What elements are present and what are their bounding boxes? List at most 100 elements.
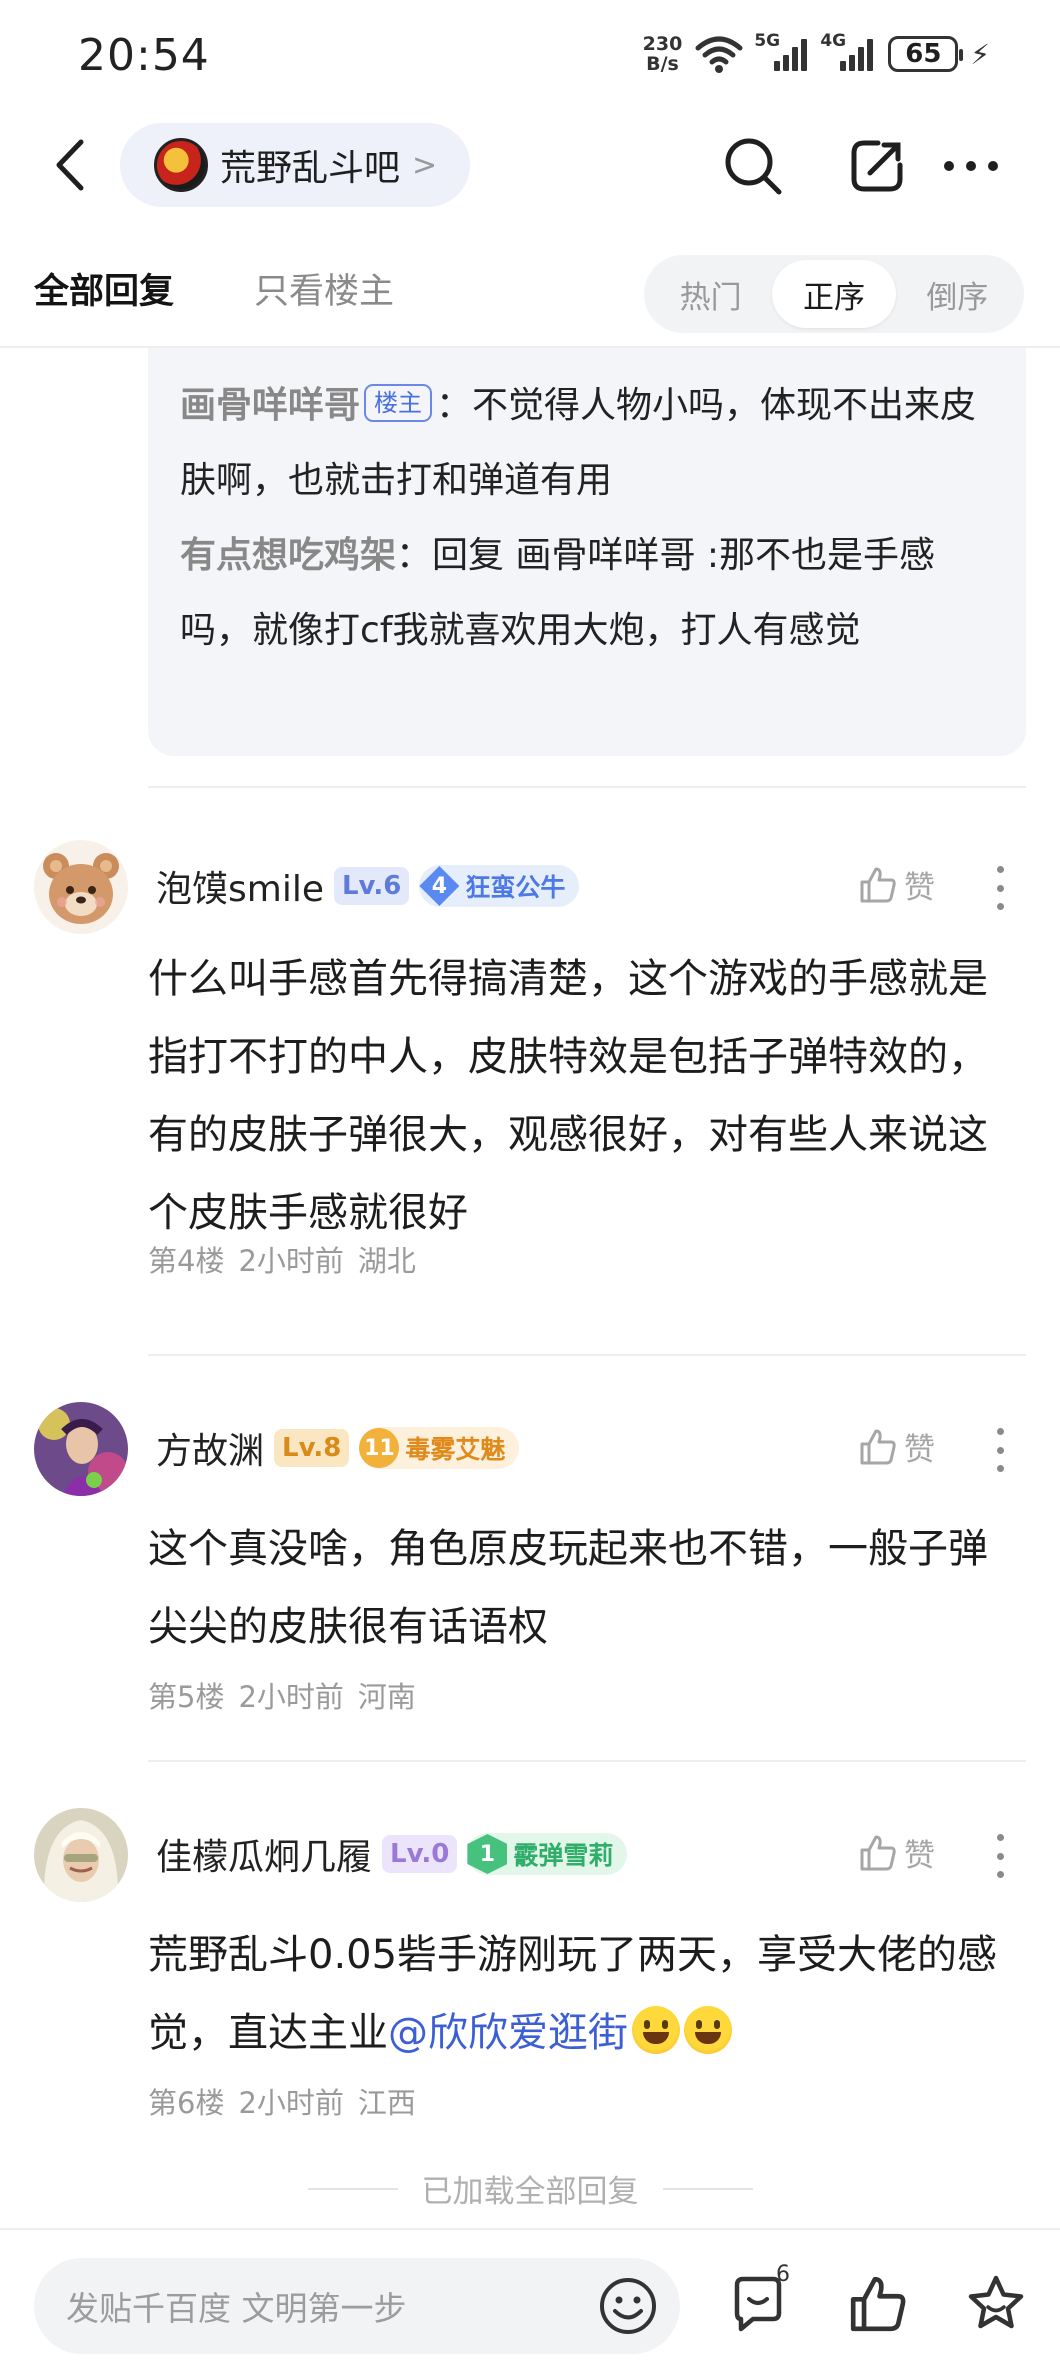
title-badge-number: 1 [467,1834,508,1874]
nav-bar: 荒野乱斗吧 > [0,115,1060,215]
status-time: 20:54 [78,30,210,81]
comment-body: 什么叫手感首先得搞清楚，这个游戏的手感就是指打不打的中人，皮肤特效是包括子弹特效… [148,956,988,1236]
net-speed-value: 230 [642,33,683,55]
character-avatar-icon [34,1402,128,1496]
avatar[interactable] [34,840,128,934]
charging-icon: ⚡ [970,37,990,71]
sub-replies-box[interactable]: 画骨咩咩哥 楼主 ：不觉得人物小吗，体现不出来皮肤啊，也就击打和弹道有用 有点想吃鸡… [148,348,1026,756]
comment-more-button[interactable] [990,1834,1010,1878]
location: 江西 [357,2086,416,2120]
signal-5g-icon: 5G [754,31,810,71]
title-badge-number: 11 [359,1428,400,1468]
sort-descending[interactable]: 倒序 [896,260,1019,328]
thumbs-up-icon [850,2276,906,2332]
net-speed: 230 B/s [643,34,683,74]
search-button[interactable] [720,133,786,199]
favorite-button[interactable] [960,2268,1032,2340]
forum-name: 荒野乱斗吧 [220,148,401,189]
divider-line [662,2187,753,2190]
more-horizontal-icon [944,161,998,171]
share-button[interactable] [844,133,910,199]
sort-toggle: 热门 正序 倒序 [644,255,1024,333]
comment-header: 泡馍smile Lv.6 4 狂蛮公牛 [156,858,580,914]
back-button[interactable] [40,135,100,195]
location: 河南 [357,1680,416,1714]
more-dot-icon [996,866,1004,873]
title-badge-label: 毒雾艾魅 [405,1435,506,1464]
avatar[interactable] [34,1808,128,1902]
emoji-icon[interactable] [598,2276,658,2336]
level-badge: Lv.6 [333,867,410,905]
post-time: 2小时前 [238,1680,344,1714]
more-dot-icon [996,903,1004,910]
thumbs-up-icon [860,1429,896,1464]
comment-divider [148,1354,1026,1356]
more-dot-icon [996,1871,1004,1878]
more-dot-icon [996,1428,1004,1435]
battery-icon: 65 [888,36,964,72]
divider-line [307,2187,398,2190]
filter-bar: 全部回复 只看楼主 热门 正序 倒序 [0,245,1060,345]
mention-link[interactable]: @欣欣爱逛街 [388,2010,628,2056]
tab-all-replies[interactable]: 全部回复 [34,263,174,314]
comment-header: 方故渊 Lv.8 11 毒雾艾魅 [156,1420,520,1476]
loaded-all-indicator: 已加载全部回复 [0,2166,1060,2211]
like-button[interactable]: 赞 [858,862,935,907]
comment-body: 荒野乱斗0.05砦手游刚玩了两天，享受大佬的感觉，直达主业@欣欣爱逛街 [148,1916,1000,2072]
username[interactable]: 泡馍smile [156,860,324,912]
like-post-button[interactable] [842,2268,914,2340]
chevron-right-icon: > [412,147,438,183]
comment-more-button[interactable] [990,1428,1010,1472]
location: 湖北 [357,1244,416,1278]
more-dot-icon [996,884,1004,892]
status-bar: 20:54 230 B/s 5G 4G 65 ⚡ [0,0,1060,115]
post-time: 2小时前 [238,1244,344,1278]
grin-emoji-icon [632,2006,680,2054]
sub-reply-user[interactable]: 有点想吃鸡架 [180,535,396,576]
comment-count: 6 [776,2262,790,2287]
net-speed-unit: B/s [646,53,679,75]
tab-op-only[interactable]: 只看楼主 [254,263,394,314]
username[interactable]: 佳檬瓜炯几履 [156,1828,372,1880]
share-icon [851,140,903,192]
sort-hot[interactable]: 热门 [649,260,772,328]
status-icons: 230 B/s 5G 4G 65 ⚡ [643,31,990,74]
forum-pill[interactable]: 荒野乱斗吧 > [120,123,470,207]
like-button[interactable]: 赞 [858,1424,935,1469]
like-button[interactable]: 赞 [858,1830,935,1875]
comment-floor-6: 佳檬瓜炯几履 Lv.0 1 霰弹雪莉 赞 荒野乱斗0.05砦手游刚玩了两天，享受… [0,1808,1060,2128]
title-badge: 4 狂蛮公牛 [419,865,580,907]
like-label: 赞 [904,870,935,906]
comment-more-button[interactable] [990,866,1010,910]
comment-body: 这个真没啥，角色原皮玩起来也不错，一般子弹尖尖的皮肤很有话语权 [148,1526,988,1650]
signal-5g-label: 5G [754,31,781,51]
like-label: 赞 [904,1432,935,1468]
level-badge: Lv.0 [382,1835,458,1873]
like-label: 赞 [904,1838,935,1874]
sub-reply: 画骨咩咩哥 楼主 ：不觉得人物小吗，体现不出来皮肤啊，也就击打和弹道有用 [180,368,996,518]
comment-divider [148,786,1026,788]
thumbs-up-icon [860,1835,896,1870]
wifi-icon [695,36,743,73]
more-button[interactable] [938,133,1004,199]
signal-4g-label: 4G [820,31,847,51]
more-dot-icon [996,1446,1004,1454]
more-dot-icon [996,1852,1004,1860]
comment-meta: 第4楼 2小时前 湖北 [148,1238,416,1280]
username[interactable]: 方故渊 [156,1422,264,1474]
search-icon [725,138,782,195]
forum-avatar [154,138,208,192]
reply-input[interactable]: 发贴千百度 文明第一步 [34,2258,680,2354]
sub-reply-user[interactable]: 画骨咩咩哥 [180,385,360,426]
comments-button[interactable]: 6 [722,2262,794,2340]
avatar[interactable] [34,1402,128,1496]
signal-4g-icon: 4G [820,31,876,71]
star-icon [968,2275,1024,2329]
comment-meta: 第6楼 2小时前 江西 [148,2080,416,2122]
sort-ascending[interactable]: 正序 [772,260,896,328]
level-badge: Lv.8 [274,1429,350,1467]
more-dot-icon [996,1834,1004,1841]
girl-avatar-icon [34,1808,128,1902]
grin-emoji-icon [684,2006,732,2054]
title-badge-number: 4 [419,866,460,906]
